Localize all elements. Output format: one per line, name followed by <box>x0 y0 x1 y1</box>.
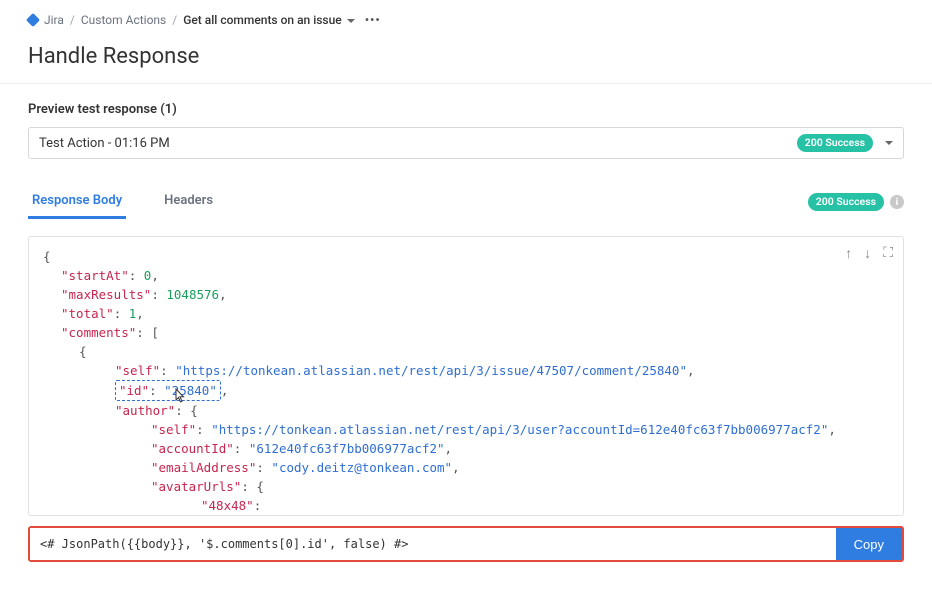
tabs: Response Body Headers 200 Success i <box>28 185 904 220</box>
json-value-self[interactable]: "https://tonkean.atlassian.net/rest/api/… <box>175 363 687 378</box>
test-response-label: Test Action - 01:16 PM <box>39 136 170 151</box>
json-value-author-self[interactable]: "https://tonkean.atlassian.net/rest/api/… <box>211 422 828 437</box>
tab-headers[interactable]: Headers <box>160 185 217 219</box>
json-key-avatar48[interactable]: "48x48" <box>201 498 254 513</box>
jira-diamond-icon <box>26 13 40 27</box>
status-badge: 200 Success <box>808 193 884 211</box>
breadcrumb: Jira / Custom Actions / Get all comments… <box>28 8 904 32</box>
json-selected-id[interactable]: "id": "25840" <box>115 380 221 401</box>
breadcrumb-sep: / <box>70 13 75 27</box>
more-menu-button[interactable]: ••• <box>361 13 385 27</box>
tab-response-body[interactable]: Response Body <box>28 185 126 219</box>
json-body[interactable]: { "startAt": 0, "maxResults": 1048576, "… <box>29 237 903 516</box>
json-panel: ↑ ↓ ⛶ { "startAt": 0, "maxResults": 1048… <box>28 236 904 516</box>
json-value-accountid[interactable]: "612e40fc63f7bb006977acf2" <box>249 441 445 456</box>
json-value-email[interactable]: "cody.deitz@tonkean.com" <box>271 460 452 475</box>
json-value-maxresults[interactable]: 1048576 <box>166 287 219 302</box>
jsonpath-input[interactable] <box>30 528 836 560</box>
jsonpath-row: Copy <box>28 526 904 562</box>
breadcrumb-sep: / <box>172 13 177 27</box>
status-badge: 200 Success <box>797 134 873 152</box>
info-icon[interactable]: i <box>890 195 904 209</box>
page-title: Handle Response <box>28 44 904 69</box>
divider <box>0 83 932 84</box>
preview-label: Preview test response (1) <box>28 102 904 117</box>
breadcrumb-current[interactable]: Get all comments on an issue <box>183 13 355 27</box>
breadcrumb-current-label: Get all comments on an issue <box>183 13 342 27</box>
copy-button[interactable]: Copy <box>836 528 902 560</box>
breadcrumb-parent[interactable]: Custom Actions <box>81 13 166 27</box>
breadcrumb-root[interactable]: Jira <box>44 13 64 27</box>
test-response-select[interactable]: Test Action - 01:16 PM 200 Success <box>28 127 904 159</box>
chevron-down-icon <box>885 141 893 145</box>
chevron-down-icon <box>347 19 355 23</box>
